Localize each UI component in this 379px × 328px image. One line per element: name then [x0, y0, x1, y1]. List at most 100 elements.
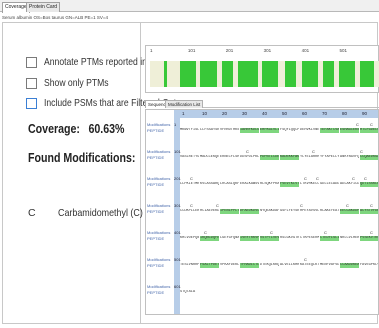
sequence-block: CCAADDKEAC — [340, 263, 359, 268]
tab-modification-list[interactable]: Modification List — [165, 100, 204, 108]
sequence-block: ERALKAWSVA — [240, 182, 259, 186]
position-number: 50 — [282, 111, 288, 116]
covered-segment — [322, 61, 335, 87]
sequence-block: ACYSTVFDKL — [360, 209, 378, 214]
position-number: 90 — [362, 111, 368, 116]
sequence-line: VASLRETYGDMADCCEKQEPERNECFLSHKDDSPDLPKLK… — [180, 155, 378, 160]
modification-marker: C — [312, 149, 315, 154]
sequence-block: TFHADICTLP — [240, 263, 259, 268]
modification-marker: C — [352, 176, 355, 181]
position-number: 60 — [302, 111, 308, 116]
modifications-row-label: Modifications — [147, 122, 171, 127]
modification-marker: C — [246, 149, 249, 154]
sequence-block: ADLAKYICDN — [340, 182, 359, 186]
coverage-tick-label: 201 — [225, 48, 234, 53]
sequence-block: TESLVNRRPC — [180, 263, 199, 267]
modification-marker: C — [300, 203, 303, 208]
position-number: 80 — [342, 111, 348, 116]
sequence-block: KATEEQLKTV — [300, 263, 319, 267]
sequence-block: EHFKGLVLIA — [260, 128, 279, 133]
sequence-block: NYQEAKDAFL — [260, 209, 279, 213]
modification-marker: C — [316, 176, 319, 181]
sequence-line: TESLVNRRPCFSALTPDETYVPKAFDEKLFTFHADICTLP… — [180, 263, 378, 268]
sequence-block: YFYAPELLYY — [320, 155, 339, 159]
sequence-block: VASLRETYGD — [180, 155, 199, 159]
peptide-row-label: PEPTIDE — [147, 182, 165, 187]
modification-marker: C — [190, 203, 193, 208]
coverage-bar[interactable] — [150, 61, 379, 87]
sequence-block: CCDKPLLEKS — [180, 209, 199, 213]
modifications-row-label: Modifications — [147, 149, 171, 154]
sequence-block: ERNECFLSHK — [220, 155, 239, 159]
tab-protein-card[interactable]: Protein Card — [26, 2, 61, 12]
sequence-block: YLYEIARRHP — [300, 155, 319, 159]
sequence-block: IPENLPPLTA — [220, 209, 239, 214]
sequence-block: HPEYAVSVLL — [300, 209, 319, 213]
modification-item[interactable]: C Carbamidomethyl (C) — [28, 207, 158, 219]
covered-segment — [360, 61, 374, 87]
position-number: 30 — [242, 111, 248, 116]
modification-marker: C — [204, 230, 207, 235]
sequence-block: FSQYLQQCPF — [280, 128, 299, 132]
modification-marker: C — [304, 176, 307, 181]
row-start-position: 301 — [174, 203, 181, 208]
covered-segment — [221, 61, 234, 87]
coverage-ruler: 1 101 201 301 401 501 — [146, 48, 379, 56]
sequence-block: FAVEGPKLVV — [360, 263, 378, 267]
modifications-row-label: Modifications — [147, 257, 171, 262]
coverage-map[interactable]: 1 101 201 301 401 501 — [145, 45, 379, 93]
sequence-block: QDTISSKLKE — [360, 182, 378, 187]
show-only-ptms-label: Show only PTMs — [44, 77, 109, 89]
modifications-row-label: Modifications — [147, 230, 171, 235]
peptide-row-label: PEPTIDE — [147, 290, 165, 295]
include-filtered-checkbox[interactable] — [26, 97, 37, 109]
coverage-tick-label: 1 — [150, 48, 153, 53]
sequence-tab-bar: Sequence Modification List — [145, 100, 379, 108]
sequence-block: MENFVAFVDK — [320, 263, 339, 267]
sequence-block: VFRRDTHKSE — [220, 128, 239, 132]
peptide-row-label: PEPTIDE — [147, 209, 165, 214]
peptide-row-label: PEPTIDE — [147, 155, 165, 160]
peptide-row-label: PEPTIDE — [147, 128, 165, 133]
sequence-block: LRCASIQKFG — [220, 182, 239, 186]
sequence-block: LLFSSAYSRG — [200, 128, 219, 132]
covered-segment — [237, 61, 258, 87]
position-number: 20 — [222, 111, 228, 116]
coverage-tick-label: 501 — [339, 48, 347, 53]
sequence-block: IVRYTRKVPQ — [240, 236, 259, 241]
modifications-row-label: Modifications — [147, 203, 171, 208]
row-start-position: 201 — [174, 176, 181, 181]
annotate-ptms-checkbox[interactable] — [26, 56, 37, 68]
modification-name: Carbamidomethyl (C) — [58, 207, 143, 219]
position-number: 40 — [262, 111, 268, 116]
covered-segment — [284, 61, 297, 87]
sequence-block: KVLASSARQR — [200, 182, 219, 186]
position-header: 1 10 20 30 40 50 60 70 80 90 — [180, 110, 378, 118]
modification-marker: C — [356, 122, 359, 127]
sequence-block: DDSPDLPKLK — [240, 155, 259, 159]
peptide-row-label: PEPTIDE — [147, 236, 165, 241]
sequence-block: TEFAKTCVAD — [320, 128, 339, 133]
sequence-block: MKWVTFISLL — [180, 128, 199, 132]
show-only-ptms-option[interactable]: Show only PTMs — [26, 77, 123, 89]
sequence-block: PDPNTLCDEF — [260, 155, 279, 160]
sequence-block: FVEVTKLVTD — [280, 182, 299, 187]
sequence-block: DTEKQIKKQT — [260, 263, 279, 267]
modification-marker: C — [324, 230, 327, 235]
tab-bar: Coverage Protein Card — [0, 0, 379, 13]
covered-segment — [200, 61, 217, 87]
row-start-position: 601 — [174, 284, 181, 289]
sequence-block: GDLLECADDR — [320, 182, 339, 186]
modification-marker: C — [370, 203, 373, 208]
sequence-line: MKWVTFISLLLLFSSAYSRGVFRRDTHKSEIAHRFKDLGE… — [180, 128, 378, 133]
show-only-ptms-checkbox[interactable] — [26, 77, 37, 89]
sequence-block: PVSEKVTKCC — [360, 236, 378, 241]
position-number: 1 — [182, 111, 185, 116]
sequence-block: LLPKIETMRE — [180, 182, 199, 186]
sequence-block: RLSQKFPKAE — [260, 182, 279, 186]
sequence-viewer[interactable]: 1 10 20 30 40 50 60 70 80 90 Modifications PEPTIDE… — [145, 109, 379, 315]
modification-marker: C — [370, 230, 373, 235]
protein-description: Serum albumin OS=Bos taurus GN=ALB PE=1 … — [2, 15, 109, 20]
sequence-block: HTLFGDELCK — [360, 128, 378, 133]
sequence-block: ANKYNGVFQE — [340, 155, 359, 159]
